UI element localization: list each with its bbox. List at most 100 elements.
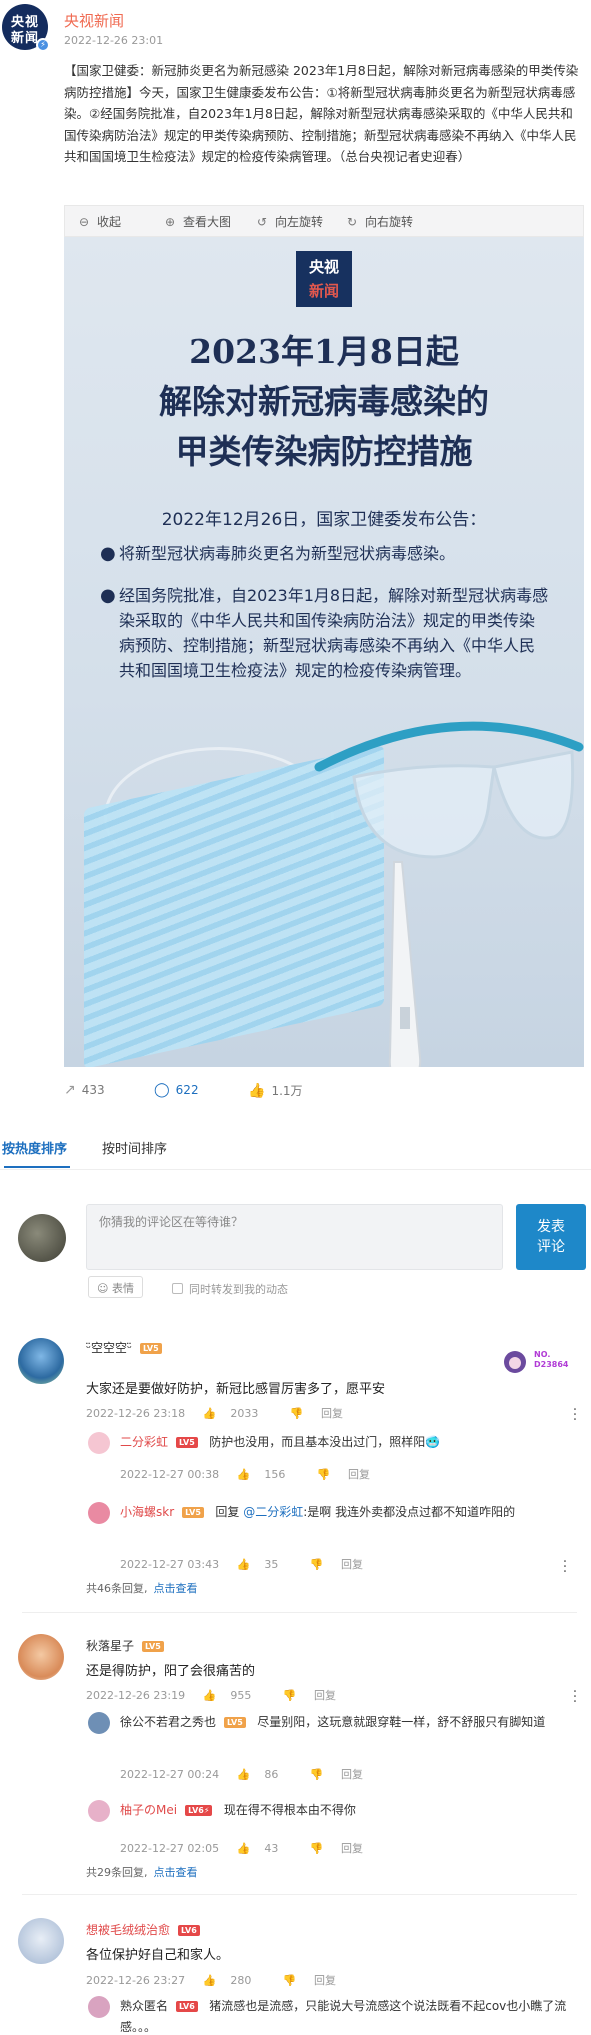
reply-username[interactable]: 徐公不若君之秀也 <box>120 1715 216 1729</box>
reply-avatar[interactable] <box>88 1996 110 2018</box>
reply-like-button[interactable]: 👍 156 <box>237 1468 300 1481</box>
comment-text: 还是得防护，阳了会很痛苦的 <box>86 1664 256 1679</box>
reply-avatar[interactable] <box>88 1502 110 1524</box>
more-menu-icon[interactable]: · · · <box>572 1685 578 1709</box>
reply-item: 徐公不若君之秀也 LV5 尽量别阳，这玩意就跟穿鞋一样，舒不舒服只有脚知道 <box>120 1712 580 1733</box>
rotate-right-button[interactable]: ↻ 向右旋转 <box>347 213 413 230</box>
poster-title-line-2: 解除对新冠病毒感染的 <box>159 382 489 421</box>
reply-text: 防护也没用，而且基本没出过门，照样阳🥶 <box>209 1435 441 1449</box>
fan-badge[interactable]: NO. D23864 <box>500 1349 580 1373</box>
reply-avatar[interactable] <box>88 1712 110 1734</box>
poster-logo-text-1: 央视 <box>308 258 339 276</box>
thermometer-graphic <box>388 861 422 1067</box>
reply-username[interactable]: 熟众匿名 <box>120 1999 168 2013</box>
reply-like-button[interactable]: 👍 43 <box>237 1842 293 1855</box>
thumbs-up-icon: 👍 <box>236 1842 251 1855</box>
repost-checkbox[interactable]: 同时转发到我的动态 <box>172 1281 288 1297</box>
thumbs-down-icon[interactable]: 👎 <box>310 1768 324 1781</box>
rotate-right-label: 向右旋转 <box>365 215 414 229</box>
view-replies-link[interactable]: 点击查看 <box>154 1866 198 1879</box>
like-button[interactable]: 👍 1.1万 <box>248 1082 303 1099</box>
level-badge: LV5 <box>224 1717 246 1728</box>
reply-reply-button[interactable]: 回复 <box>341 1842 363 1855</box>
level-badge: LV5 <box>139 1343 162 1354</box>
fan-badge-number: NO. D23864 <box>534 1350 569 1369</box>
comment-username[interactable]: ᵕ̈空空空ᵕ̈ LV5 <box>86 1339 162 1356</box>
comment-divider <box>22 1612 577 1613</box>
thumbs-down-icon[interactable]: 👎 <box>317 1468 331 1481</box>
more-replies-count: 共46条回复, <box>86 1582 148 1595</box>
my-avatar[interactable] <box>18 1214 66 1262</box>
reply-reply-button[interactable]: 回复 <box>341 1768 363 1781</box>
thumbs-down-icon[interactable]: 👎 <box>290 1407 304 1420</box>
poster-subtitle: 2022年12月26日，国家卫健委发布公告： <box>161 510 487 530</box>
level-badge: LV5 <box>182 1507 204 1518</box>
reply-item: 二分彩虹 LV5 防护也没用，而且基本没出过门，照样阳🥶 <box>120 1432 570 1453</box>
post-button-label-1: 发表 <box>537 1219 565 1235</box>
comment-input[interactable]: 你猜我的评论区在等待谁？ <box>86 1204 503 1270</box>
emoji-button[interactable]: ☺ 表情 <box>88 1276 143 1298</box>
reply-avatar[interactable] <box>88 1800 110 1822</box>
post-comment-button[interactable]: 发表 评论 <box>516 1204 586 1270</box>
reply-username[interactable]: 二分彩虹 <box>120 1435 168 1449</box>
comment-username[interactable]: 想被毛绒绒治愈 LV6 <box>86 1921 200 1938</box>
comment-avatar[interactable] <box>18 1918 64 1964</box>
comment-button[interactable]: ◯ 622 <box>154 1082 199 1098</box>
tab-sort-time[interactable]: 按时间排序 <box>102 1138 167 1157</box>
thumbs-down-icon[interactable]: 👎 <box>283 1689 297 1702</box>
thumbs-up-icon: 👍 <box>236 1468 251 1481</box>
rotate-right-icon: ↻ <box>347 215 358 229</box>
comment-icon: ◯ <box>154 1082 170 1098</box>
comment-username[interactable]: 秋落星子 LV5 <box>86 1637 164 1654</box>
reply-time: 2022-12-27 00:38 <box>120 1468 220 1481</box>
collapse-icon: ⊖ <box>79 215 90 229</box>
collapse-button[interactable]: ⊖ 收起 <box>79 213 121 230</box>
reply-time: 2022-12-27 00:24 <box>120 1768 220 1781</box>
thumbs-down-icon[interactable]: 👎 <box>310 1842 324 1855</box>
reply-reply-button[interactable]: 回复 <box>348 1468 370 1481</box>
repost-checkbox-label: 同时转发到我的动态 <box>189 1283 288 1296</box>
reply-time: 2022-12-27 02:05 <box>120 1842 220 1855</box>
image-viewer-toolbar: ⊖ 收起 ⊕ 查看大图 ↺ 向左旋转 ↻ 向右旋转 <box>64 205 584 237</box>
reply-username[interactable]: 小海螺skr <box>120 1505 174 1519</box>
reply-like-button[interactable]: 👍 35 <box>237 1558 293 1571</box>
post-time: 2022-12-26 23:01 <box>64 34 164 47</box>
active-tab-indicator <box>4 1166 70 1168</box>
repost-button[interactable]: ↗ 433 <box>64 1082 105 1098</box>
comment-like-button[interactable]: 👍 2033 <box>203 1407 273 1420</box>
rotate-left-button[interactable]: ↺ 向左旋转 <box>257 213 323 230</box>
thumbs-up-icon: 👍 <box>202 1407 217 1420</box>
reply-username[interactable]: 柚子のMei <box>120 1803 177 1817</box>
poster-bullet-2: 经国务院批准，自2023年1月8日起，解除对新型冠状病毒感染采取的《中华人民共和… <box>119 586 549 680</box>
comment-count: 622 <box>175 1083 199 1097</box>
comment-like-button[interactable]: 👍 955 <box>203 1689 266 1702</box>
reply-reply-button[interactable]: 回复 <box>341 1558 363 1571</box>
reply-prefix: 回复 <box>215 1505 240 1519</box>
view-replies-link[interactable]: 点击查看 <box>154 1582 198 1595</box>
tab-sort-hot[interactable]: 按热度排序 <box>2 1138 67 1157</box>
comment-reply-button[interactable]: 回复 <box>321 1407 343 1420</box>
bullet-icon: ● <box>100 543 116 564</box>
level-badge: LV6⚡ <box>185 1805 213 1816</box>
comment-avatar[interactable] <box>18 1634 64 1680</box>
comment-reply-button[interactable]: 回复 <box>314 1689 336 1702</box>
post-image[interactable]: 央视 新闻 2023年1月8日起 解除对新冠病毒感染的 甲类传染病防控措施 20… <box>64 237 584 1067</box>
author-name[interactable]: 央视新闻 <box>64 10 124 31</box>
mention-link[interactable]: @二分彩虹 <box>243 1505 303 1519</box>
thumbs-down-icon[interactable]: 👎 <box>283 1974 297 1987</box>
view-large-button[interactable]: ⊕ 查看大图 <box>165 213 231 230</box>
comment-avatar[interactable] <box>18 1338 64 1384</box>
more-menu-icon[interactable]: · · · <box>572 1403 578 1427</box>
comment-username-text: 想被毛绒绒治愈 <box>86 1923 171 1937</box>
reply-like-button[interactable]: 👍 86 <box>237 1768 293 1781</box>
reply-avatar[interactable] <box>88 1432 110 1454</box>
repost-count: 433 <box>81 1083 105 1097</box>
level-badge: LV5 <box>142 1641 164 1652</box>
level-badge: LV5 <box>176 1437 198 1448</box>
comment-like-button[interactable]: 👍 280 <box>203 1974 266 1987</box>
more-menu-icon[interactable]: · · · <box>562 1555 568 1579</box>
post-button-label-2: 评论 <box>537 1239 565 1255</box>
thumbs-down-icon[interactable]: 👎 <box>310 1558 324 1571</box>
poster-logo: 央视 新闻 <box>296 251 352 307</box>
comment-reply-button[interactable]: 回复 <box>314 1974 336 1987</box>
